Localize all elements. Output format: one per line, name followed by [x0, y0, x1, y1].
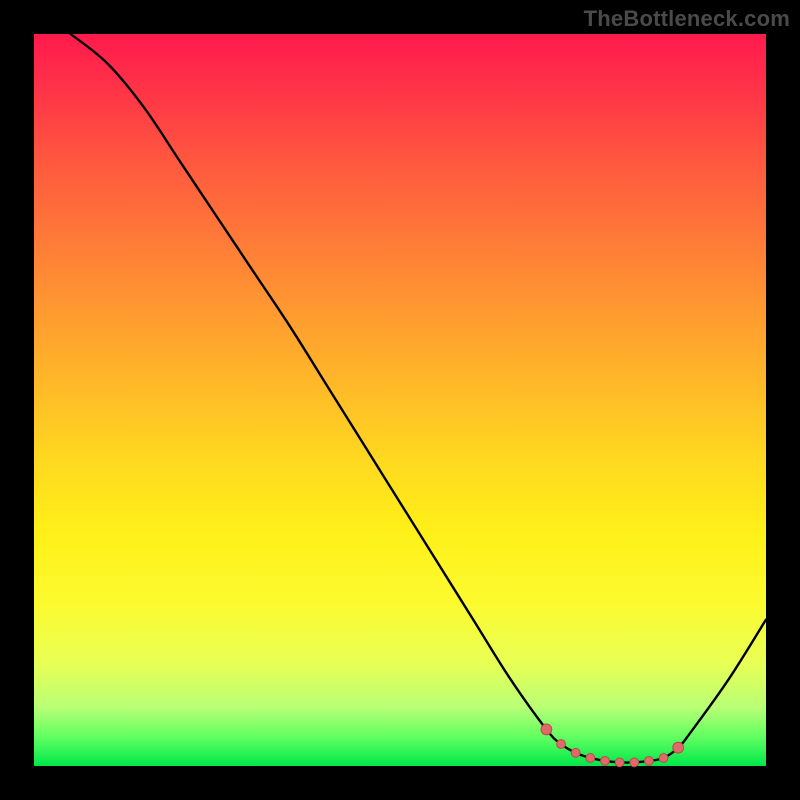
- trough-marker: [557, 740, 566, 749]
- trough-marker: [673, 742, 684, 753]
- bottleneck-curve: [71, 34, 766, 763]
- trough-marker: [601, 756, 610, 765]
- plot-area: [34, 34, 766, 766]
- trough-markers: [541, 724, 684, 767]
- chart-svg: [34, 34, 766, 766]
- trough-marker: [571, 748, 580, 757]
- trough-marker: [541, 724, 552, 735]
- trough-marker: [644, 756, 653, 765]
- trough-marker: [659, 754, 668, 763]
- trough-marker: [586, 754, 595, 763]
- watermark-text: TheBottleneck.com: [584, 6, 790, 32]
- chart-frame: TheBottleneck.com: [0, 0, 800, 800]
- trough-marker: [615, 758, 624, 767]
- trough-marker: [630, 758, 639, 767]
